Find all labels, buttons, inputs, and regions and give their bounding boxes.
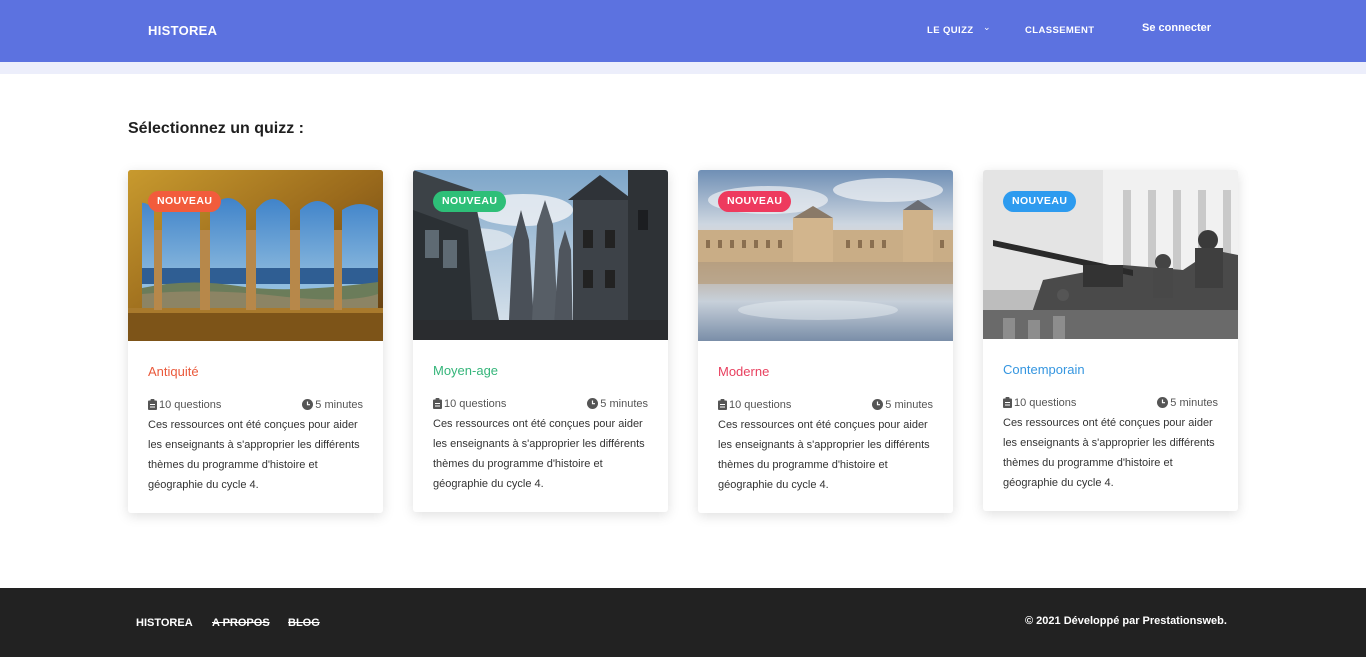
footer-about-link[interactable]: A PROPOS [212, 617, 270, 629]
quiz-card-contemporain[interactable]: NOUVEAU Contemporain 10 questions 5 minu… [983, 170, 1238, 511]
quiz-meta: 10 questions 5 minutes [433, 398, 648, 412]
clipboard-icon [718, 399, 727, 410]
duration: 5 minutes [872, 399, 933, 411]
question-count: 10 questions [148, 399, 221, 411]
quiz-meta: 10 questions 5 minutes [1003, 397, 1218, 411]
chevron-down-icon[interactable]: ⌄ [983, 22, 991, 33]
clock-icon [1157, 397, 1169, 408]
login-link[interactable]: Se connecter [1142, 22, 1211, 34]
duration: 5 minutes [587, 398, 648, 410]
navbar-shadow-band [0, 62, 1366, 74]
top-navbar: HISTOREA LE QUIZZ ⌄ CLASSEMENT Se connec… [0, 0, 1366, 62]
page-footer: HISTOREA A PROPOS BLOG © 2021 Développé … [0, 588, 1366, 657]
nav-quizz-dropdown[interactable]: LE QUIZZ [927, 25, 973, 36]
clipboard-icon [148, 399, 157, 410]
quiz-description: Ces ressources ont été conçues pour aide… [433, 418, 645, 490]
quiz-meta: 10 questions 5 minutes [718, 399, 933, 413]
clock-icon [302, 399, 314, 410]
footer-blog-link[interactable]: BLOG [288, 617, 320, 629]
question-count: 10 questions [433, 398, 506, 410]
quiz-title-link[interactable]: Moyen-age [433, 363, 648, 378]
footer-brand-link[interactable]: HISTOREA [136, 617, 193, 629]
question-count: 10 questions [718, 399, 791, 411]
quiz-card-antiquite[interactable]: NOUVEAU Antiquité 10 questions 5 minutes… [128, 170, 383, 513]
quiz-card-moyen-age[interactable]: NOUVEAU Moyen-age 10 questions 5 minutes… [413, 170, 668, 512]
quiz-description: Ces ressources ont été conçues pour aide… [148, 419, 360, 491]
brand-logo-link[interactable]: HISTOREA [148, 23, 217, 38]
quiz-image-moyen-age: NOUVEAU [413, 170, 668, 340]
quiz-card-moderne[interactable]: NOUVEAU Moderne 10 questions 5 minutes C… [698, 170, 953, 513]
nav-classement-link[interactable]: CLASSEMENT [1025, 25, 1094, 36]
duration: 5 minutes [302, 399, 363, 411]
quiz-description: Ces ressources ont été conçues pour aide… [1003, 417, 1215, 489]
clock-icon [587, 398, 599, 409]
question-count: 10 questions [1003, 397, 1076, 409]
status-badge: NOUVEAU [1003, 191, 1077, 212]
copyright-text: © 2021 Développé par Prestationsweb. [1025, 615, 1227, 627]
status-badge: NOUVEAU [148, 191, 222, 212]
quiz-image-antiquite: NOUVEAU [128, 170, 383, 341]
quiz-description: Ces ressources ont été conçues pour aide… [718, 419, 930, 491]
page-title: Sélectionnez un quizz : [128, 120, 305, 137]
clipboard-icon [1003, 397, 1012, 408]
quiz-title-link[interactable]: Contemporain [1003, 362, 1218, 377]
clock-icon [872, 399, 884, 410]
status-badge: NOUVEAU [433, 191, 507, 212]
clipboard-icon [433, 398, 442, 409]
status-badge: NOUVEAU [718, 191, 792, 212]
quiz-meta: 10 questions 5 minutes [148, 399, 363, 413]
quiz-title-link[interactable]: Moderne [718, 364, 933, 379]
quiz-image-contemporain: NOUVEAU [983, 170, 1238, 339]
duration: 5 minutes [1157, 397, 1218, 409]
quiz-title-link[interactable]: Antiquité [148, 364, 363, 379]
quiz-image-moderne: NOUVEAU [698, 170, 953, 341]
